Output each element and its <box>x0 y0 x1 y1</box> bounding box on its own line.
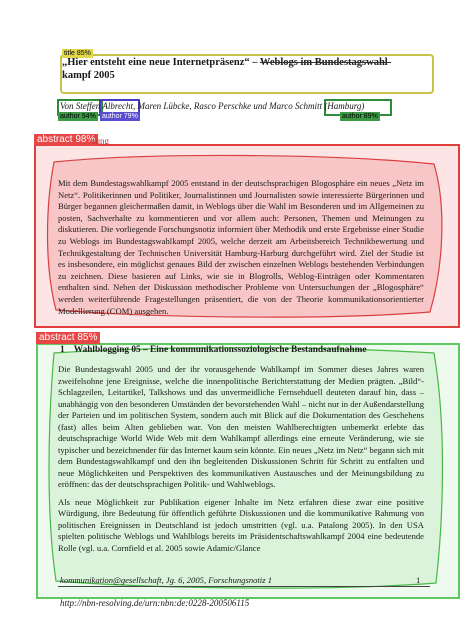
footer-rule <box>58 586 430 587</box>
abstract-detection-label-1: abstract 98% <box>34 134 99 146</box>
abstract-2-text: Die Bundestagswahl 2005 und der ihr vora… <box>58 364 424 560</box>
title-text: „Hier entsteht eine neue Internetpräsenz… <box>62 57 260 68</box>
abstract-heading: sung <box>92 136 110 146</box>
paragraph: Als neue Möglichkeit zur Publikation eig… <box>58 496 424 553</box>
paragraph: Die Bundestagswahl 2005 und der ihr vora… <box>58 364 424 489</box>
abstract-1-text: Mit dem Bundestagswahlkampf 2005 entstan… <box>58 178 424 316</box>
author-line: Von Steffen Albrecht, Maren Lübcke, Rasc… <box>60 101 365 111</box>
page-number: 1 <box>416 575 421 585</box>
section-number: 1 <box>60 345 65 355</box>
title-text-struck: Weblogs im Bundestagswahl- <box>259 57 392 68</box>
document-url: http://nbn-resolving.de/urn:nbn:de:0228-… <box>60 598 250 608</box>
author-detection-label-2: author 79% <box>100 112 140 121</box>
journal-citation: kommunikation@gesellschaft, Jg. 6, 2005,… <box>60 575 272 585</box>
author-detection-label-1: author 94% <box>58 112 98 121</box>
author-detection-label-3: author 89% <box>340 112 380 121</box>
abstract-detection-label-2: abstract 85% <box>36 332 101 344</box>
section-title: Wahlblogging 05 – Eine kommunikationssoz… <box>73 345 367 355</box>
title-text-line2: kampf 2005 <box>62 70 115 81</box>
document-title: „Hier entsteht eine neue Internetpräsenz… <box>62 56 430 82</box>
section-heading: 1 Wahlblogging 05 – Eine kommunikationss… <box>60 345 440 355</box>
